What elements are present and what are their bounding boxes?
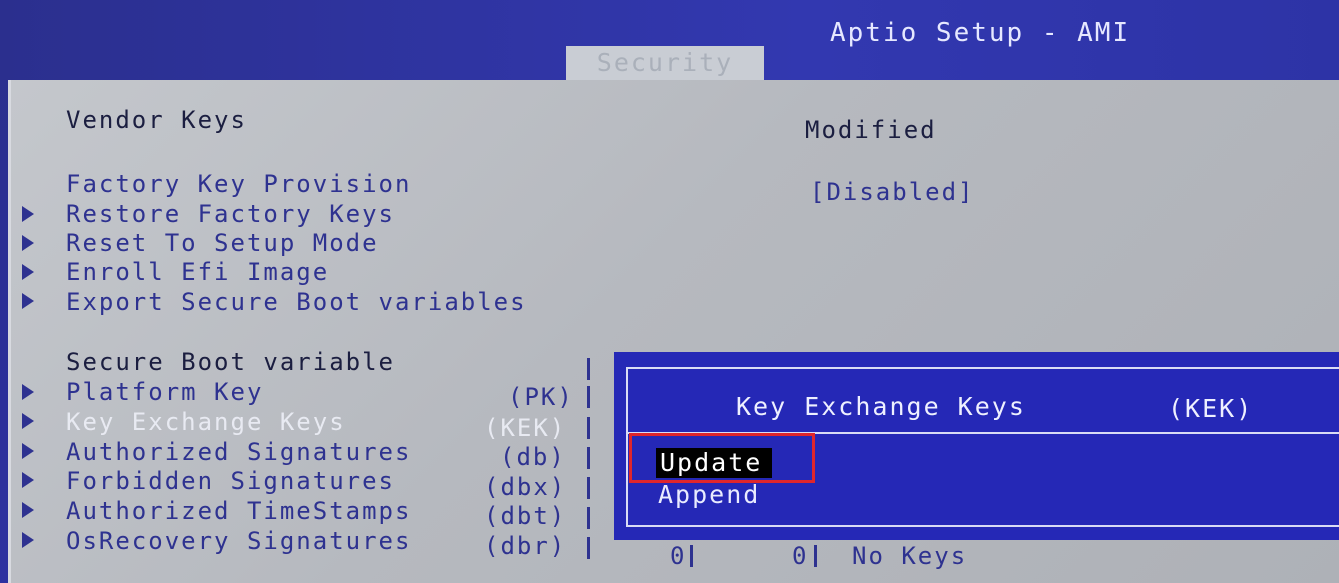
key-exchange-keys-item[interactable]: Key Exchange Keys — [66, 408, 346, 436]
column-divider — [690, 545, 693, 567]
column-divider — [587, 507, 590, 529]
submenu-arrow-icon — [22, 413, 34, 429]
forbidden-signatures-item[interactable]: Forbidden Signatures — [66, 467, 395, 495]
submenu-arrow-icon — [22, 206, 34, 222]
submenu-arrow-icon — [22, 384, 34, 400]
vendor-keys-label: Vendor Keys — [66, 106, 247, 134]
row-status-value: No Keys — [852, 542, 968, 570]
tab-security[interactable]: Security — [566, 46, 764, 80]
append-option[interactable]: Append — [658, 480, 760, 509]
submenu-arrow-icon — [22, 235, 34, 251]
enroll-efi-image-item[interactable]: Enroll Efi Image — [66, 258, 329, 286]
forbidden-signatures-abbr: (dbx) — [484, 473, 567, 501]
factory-key-provision-value[interactable]: [Disabled] — [810, 178, 975, 206]
submenu-arrow-icon — [22, 532, 34, 548]
submenu-arrow-icon — [22, 502, 34, 518]
export-secure-boot-variables-item[interactable]: Export Secure Boot variables — [66, 288, 527, 316]
column-divider — [587, 386, 590, 408]
column-divider — [587, 358, 590, 380]
vendor-keys-value: Modified — [805, 116, 937, 144]
factory-key-provision-item[interactable]: Factory Key Provision — [66, 170, 411, 198]
authorized-timestamps-item[interactable]: Authorized TimeStamps — [66, 497, 411, 525]
dialog-title: Key Exchange Keys — [736, 392, 1026, 421]
column-divider — [814, 545, 817, 567]
authorized-signatures-item[interactable]: Authorized Signatures — [66, 438, 411, 466]
column-divider — [587, 447, 590, 469]
key-exchange-keys-abbr: (KEK) — [484, 414, 567, 442]
authorized-signatures-abbr: (db) — [500, 443, 566, 471]
column-divider — [587, 417, 590, 439]
submenu-arrow-icon — [22, 443, 34, 459]
restore-factory-keys-item[interactable]: Restore Factory Keys — [66, 200, 395, 228]
red-highlight-box — [629, 433, 815, 483]
secure-boot-variable-header: Secure Boot variable — [66, 348, 395, 376]
dialog-abbr: (KEK) — [1168, 394, 1254, 423]
submenu-arrow-icon — [22, 293, 34, 309]
osrecovery-signatures-abbr: (dbr) — [484, 532, 567, 560]
bios-screen: Aptio Setup - AMI Security Vendor Keys M… — [0, 0, 1339, 583]
osrecovery-signatures-item[interactable]: OsRecovery Signatures — [66, 527, 411, 555]
reset-to-setup-mode-item[interactable]: Reset To Setup Mode — [66, 229, 379, 257]
platform-key-abbr: (PK) — [508, 383, 574, 411]
submenu-arrow-icon — [22, 264, 34, 280]
column-divider — [587, 477, 590, 499]
row-size-value: 0 — [670, 542, 687, 570]
app-title: Aptio Setup - AMI — [830, 18, 1131, 48]
authorized-timestamps-abbr: (dbt) — [484, 502, 567, 530]
submenu-arrow-icon — [22, 472, 34, 488]
row-count-value: 0 — [792, 542, 809, 570]
platform-key-item[interactable]: Platform Key — [66, 378, 263, 406]
column-divider — [587, 537, 590, 559]
header-bar: Aptio Setup - AMI Security — [0, 0, 1339, 80]
